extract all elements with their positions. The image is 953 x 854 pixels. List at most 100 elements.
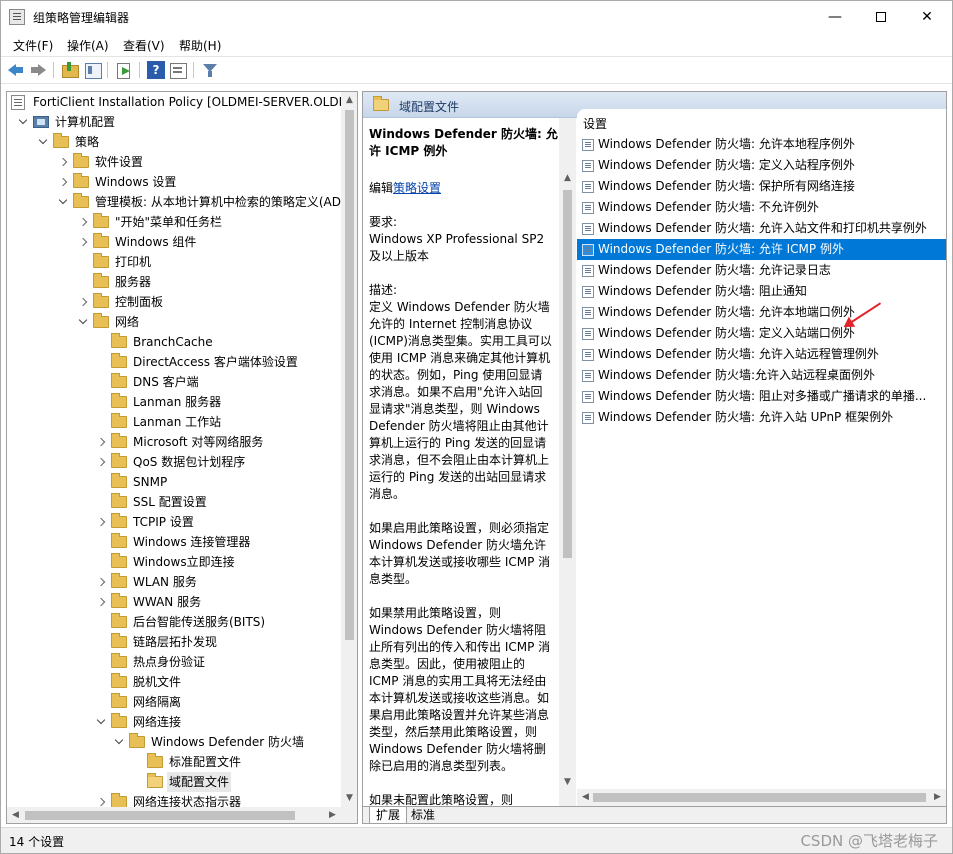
tree-item[interactable]: DNS 客户端: [7, 372, 341, 392]
tree-item[interactable]: 链路层拓扑发现: [7, 632, 341, 652]
tree-item[interactable]: TCPIP 设置: [7, 512, 341, 532]
tree-item[interactable]: 打印机: [7, 252, 341, 272]
tree-item[interactable]: 管理模板: 从本地计算机中检索的策略定义(ADM: [7, 192, 351, 212]
setting-row[interactable]: Windows Defender 防火墙: 保护所有网络连接: [577, 176, 946, 197]
scroll-left-icon[interactable]: ◀: [7, 807, 24, 823]
properties-icon[interactable]: [169, 61, 187, 79]
scroll-down-icon[interactable]: ▼: [559, 774, 576, 791]
tree-item[interactable]: Windows Defender 防火墙: [7, 732, 341, 752]
close-button[interactable]: ✕: [904, 1, 950, 33]
scroll-right-icon[interactable]: ▶: [324, 807, 341, 823]
menu-action[interactable]: 操作(A): [67, 37, 109, 54]
navigation-tree[interactable]: FortiClient Installation Policy [OLDMEI-…: [6, 91, 358, 824]
tree-item[interactable]: Microsoft 对等网络服务: [7, 432, 341, 452]
tree-item[interactable]: 热点身份验证: [7, 652, 341, 672]
tree-item[interactable]: 标准配置文件: [7, 752, 341, 772]
tree-scroll-thumb[interactable]: [345, 110, 354, 640]
tree-item[interactable]: 软件设置: [7, 152, 341, 172]
expand-chevron-icon[interactable]: [97, 518, 105, 526]
menu-file[interactable]: 文件(F): [13, 37, 53, 54]
tree-item[interactable]: Windows 连接管理器: [7, 532, 341, 552]
tree-item[interactable]: 网络: [7, 312, 341, 332]
tree-item[interactable]: 计算机配置: [7, 112, 341, 132]
setting-row[interactable]: Windows Defender 防火墙:允许入站远程桌面例外: [577, 365, 946, 386]
tree-item[interactable]: DirectAccess 客户端体验设置: [7, 352, 341, 372]
forward-arrow-icon[interactable]: [29, 61, 47, 79]
expand-chevron-icon[interactable]: [97, 578, 105, 586]
expand-chevron-icon[interactable]: [97, 798, 105, 806]
help-icon[interactable]: ?: [147, 61, 165, 79]
setting-row[interactable]: Windows Defender 防火墙: 阻止通知: [577, 281, 946, 302]
tree-item[interactable]: 脱机文件: [7, 672, 341, 692]
collapse-chevron-icon[interactable]: [79, 318, 87, 326]
scroll-right-icon[interactable]: ▶: [929, 789, 946, 806]
setting-row[interactable]: Windows Defender 防火墙: 允许本地程序例外: [577, 134, 946, 155]
expand-chevron-icon[interactable]: [79, 238, 87, 246]
menu-help[interactable]: 帮助(H): [179, 37, 221, 54]
expand-chevron-icon[interactable]: [97, 598, 105, 606]
collapse-chevron-icon[interactable]: [59, 198, 67, 206]
scroll-up-icon[interactable]: ▲: [559, 170, 576, 187]
tree-item[interactable]: 策略: [7, 132, 341, 152]
description-scrollbar[interactable]: ▲ ▼: [559, 118, 576, 806]
menu-view[interactable]: 查看(V): [123, 37, 165, 54]
tree-item[interactable]: 控制面板: [7, 292, 341, 312]
tab-extended[interactable]: 扩展: [369, 807, 408, 823]
setting-row[interactable]: Windows Defender 防火墙: 允许本地端口例外: [577, 302, 946, 323]
tree-item[interactable]: 后台智能传送服务(BITS): [7, 612, 341, 632]
tree-horizontal-scrollbar[interactable]: ◀ ▶: [7, 807, 357, 823]
tree-item[interactable]: SSL 配置设置: [7, 492, 341, 512]
scroll-up-icon[interactable]: ▲: [341, 92, 357, 109]
description-scroll-thumb[interactable]: [563, 190, 572, 558]
maximize-button[interactable]: [858, 1, 904, 33]
expand-chevron-icon[interactable]: [59, 158, 67, 166]
tree-item[interactable]: BranchCache: [7, 332, 341, 352]
setting-row[interactable]: Windows Defender 防火墙: 允许入站远程管理例外: [577, 344, 946, 365]
edit-policy-link[interactable]: 策略设置: [393, 181, 441, 195]
tree-item[interactable]: WLAN 服务: [7, 572, 341, 592]
expand-chevron-icon[interactable]: [97, 458, 105, 466]
setting-row[interactable]: Windows Defender 防火墙: 允许入站文件和打印机共享例外: [577, 218, 946, 239]
setting-row[interactable]: Windows Defender 防火墙: 阻止对多播或广播请求的单播...: [577, 386, 946, 407]
collapse-chevron-icon[interactable]: [97, 718, 105, 726]
tree-item[interactable]: 域配置文件: [7, 772, 341, 792]
setting-row[interactable]: Windows Defender 防火墙: 允许 ICMP 例外: [577, 239, 946, 260]
tree-item[interactable]: "开始"菜单和任务栏: [7, 212, 341, 232]
tree-item[interactable]: 网络隔离: [7, 692, 341, 712]
settings-horizontal-scrollbar[interactable]: ◀ ▶: [577, 789, 946, 806]
expand-chevron-icon[interactable]: [59, 178, 67, 186]
collapse-chevron-icon[interactable]: [19, 118, 27, 126]
setting-row[interactable]: Windows Defender 防火墙: 定义入站端口例外: [577, 323, 946, 344]
tree-item[interactable]: Lanman 服务器: [7, 392, 341, 412]
tab-standard[interactable]: 标准: [405, 807, 441, 823]
back-arrow-icon[interactable]: [7, 61, 25, 79]
settings-column-header[interactable]: 设置: [583, 115, 607, 132]
setting-row[interactable]: Windows Defender 防火墙: 不允许例外: [577, 197, 946, 218]
export-list-icon[interactable]: [115, 61, 133, 79]
tree-hscroll-thumb[interactable]: [25, 811, 295, 820]
tree-item[interactable]: 服务器: [7, 272, 341, 292]
tree-item[interactable]: FortiClient Installation Policy [OLDMEI-…: [7, 92, 357, 112]
scroll-down-icon[interactable]: ▼: [341, 790, 357, 807]
expand-chevron-icon[interactable]: [97, 438, 105, 446]
minimize-button[interactable]: —: [812, 1, 858, 33]
filter-icon[interactable]: [201, 61, 219, 79]
scroll-left-icon[interactable]: ◀: [577, 789, 594, 806]
tree-item[interactable]: QoS 数据包计划程序: [7, 452, 341, 472]
tree-item[interactable]: Windows立即连接: [7, 552, 341, 572]
tree-item[interactable]: Windows 设置: [7, 172, 341, 192]
collapse-chevron-icon[interactable]: [115, 738, 123, 746]
tree-item[interactable]: Lanman 工作站: [7, 412, 341, 432]
setting-row[interactable]: Windows Defender 防火墙: 允许记录日志: [577, 260, 946, 281]
up-level-icon[interactable]: [61, 61, 79, 79]
tree-item[interactable]: Windows 组件: [7, 232, 341, 252]
setting-row[interactable]: Windows Defender 防火墙: 允许入站 UPnP 框架例外: [577, 407, 946, 428]
expand-chevron-icon[interactable]: [79, 298, 87, 306]
expand-chevron-icon[interactable]: [79, 218, 87, 226]
settings-hscroll-thumb[interactable]: [593, 793, 926, 802]
setting-row[interactable]: Windows Defender 防火墙: 定义入站程序例外: [577, 155, 946, 176]
collapse-chevron-icon[interactable]: [39, 138, 47, 146]
tree-item[interactable]: 网络连接: [7, 712, 341, 732]
show-hide-tree-icon[interactable]: [84, 61, 102, 79]
tree-item[interactable]: WWAN 服务: [7, 592, 341, 612]
